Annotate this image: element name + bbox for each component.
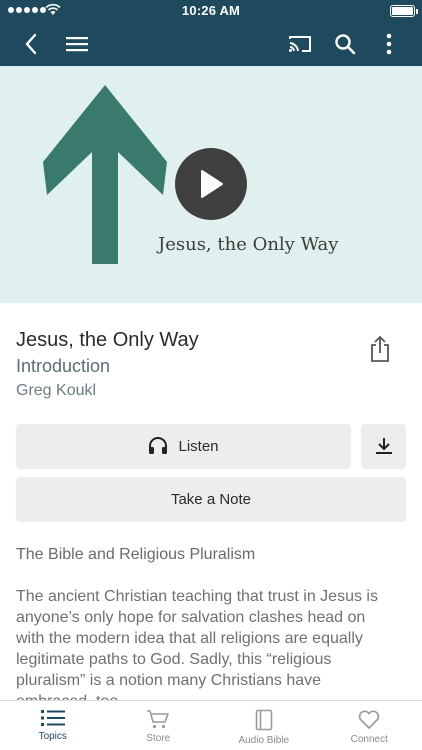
share-button[interactable] <box>363 332 397 366</box>
menu-button[interactable] <box>57 22 97 66</box>
tab-audio-bible-label: Audio Bible <box>238 735 290 746</box>
back-button[interactable] <box>11 22 51 66</box>
cast-button[interactable] <box>280 22 320 66</box>
more-vertical-icon <box>386 33 392 55</box>
download-button[interactable] <box>361 424 406 468</box>
battery-icon <box>390 5 418 17</box>
tab-connect-label: Connect <box>350 734 388 745</box>
tab-connect[interactable]: Connect <box>317 701 422 750</box>
listen-label: Listen <box>178 437 219 455</box>
tab-bar: Topics Store Audio Bible Connect <box>0 700 422 750</box>
tab-topics-label: Topics <box>38 731 67 742</box>
hamburger-menu-icon <box>66 37 88 52</box>
cast-icon <box>289 36 311 52</box>
search-icon <box>335 34 356 55</box>
app-bar <box>0 22 422 66</box>
arrow-up-logo <box>43 85 167 264</box>
download-icon <box>375 438 392 454</box>
share-icon <box>371 336 389 362</box>
artwork-title: Jesus, the Only Way <box>158 234 339 255</box>
episode-artwork: Jesus, the Only Way <box>0 66 422 303</box>
play-icon <box>201 170 223 198</box>
chevron-left-icon <box>25 33 37 55</box>
episode-description: The ancient Christian teaching that trus… <box>16 588 378 700</box>
take-note-button[interactable]: Take a Note <box>16 477 406 521</box>
take-note-label: Take a Note <box>170 490 252 508</box>
listen-button[interactable]: Listen <box>16 424 351 468</box>
list-icon <box>40 710 65 726</box>
heart-icon <box>359 710 380 729</box>
section-title: The Bible and Religious Pluralism <box>16 546 256 563</box>
play-button[interactable] <box>175 148 247 220</box>
episode-info: Jesus, the Only Way Introduction Greg Ko… <box>16 327 346 402</box>
more-button[interactable] <box>369 22 409 66</box>
search-button[interactable] <box>325 22 365 66</box>
tab-topics[interactable]: Topics <box>0 701 106 750</box>
book-icon <box>255 709 273 731</box>
tab-store-label: Store <box>146 733 171 744</box>
episode-author: Greg Koukl <box>16 382 97 399</box>
tab-audio-bible[interactable]: Audio Bible <box>211 701 317 750</box>
headphones-icon <box>148 437 168 455</box>
tab-store[interactable]: Store <box>106 701 212 750</box>
episode-title: Jesus, the Only Way <box>16 329 199 351</box>
episode-subtitle: Introduction <box>16 356 111 376</box>
cart-icon <box>147 710 170 729</box>
status-bar: 10:26 AM <box>0 0 422 22</box>
status-time: 10:26 AM <box>181 3 241 18</box>
